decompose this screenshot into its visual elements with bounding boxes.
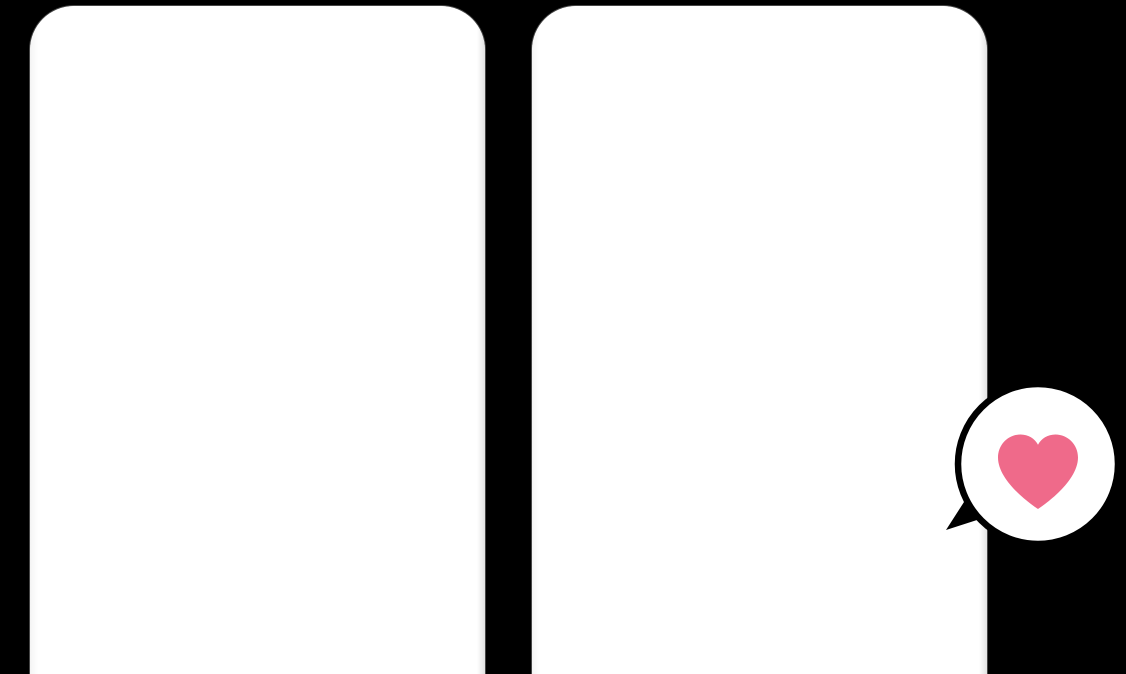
coupon-card[interactable]	[52, 374, 463, 509]
coupon-header-right: COUPON お得なクーポンはこちら クーポン一覧	[544, 18, 975, 212]
heart-outline-icon[interactable]	[419, 386, 449, 414]
coupon-list	[42, 204, 473, 674]
coupon-thumbnail	[564, 384, 672, 512]
favorite-coupon-list	[544, 348, 975, 524]
coupon-info	[176, 386, 453, 497]
tab-discount-label: 割引	[293, 170, 330, 190]
page-title: COUPON	[675, 43, 844, 93]
coupon-list-button[interactable]: クーポン一覧	[591, 149, 928, 206]
favorite-section: FAVORITE お気に入りクーポン	[544, 212, 975, 574]
tab-all-label: 全て	[77, 170, 114, 190]
page-title-wrap: COUPON	[544, 43, 975, 93]
phone-mockup-right: COUPON お得なクーポンはこちら クーポン一覧 FAVORITE お気に入り…	[532, 6, 987, 674]
favorite-title-wrap: FAVORITE	[544, 261, 975, 311]
screenshot-stage: COUPON クーポン 全て 無料 割引 体験 COUPON お得なクーポンはこ…	[0, 0, 1126, 674]
coupon-thumbnail	[62, 386, 170, 497]
phone-screen-right: COUPON お得なクーポンはこちら クーポン一覧 FAVORITE お気に入り…	[544, 18, 975, 674]
favorite-title: FAVORITE	[664, 261, 855, 311]
accordion-label: 参加時のご注意	[699, 643, 819, 660]
coupon-badge	[176, 537, 212, 551]
phone-mockup-left: COUPON クーポン 全て 無料 割引 体験	[30, 6, 485, 674]
coupon-badge	[176, 226, 222, 240]
coupon-thumbnail	[62, 533, 170, 661]
coupon-thumbnail	[62, 222, 170, 350]
coupon-info	[678, 384, 955, 512]
phone-screen-left: COUPON クーポン 全て 無料 割引 体験	[42, 18, 473, 674]
tab-all[interactable]: 全て	[42, 152, 150, 204]
tab-free-label: 無料	[185, 170, 222, 190]
page-subtitle: お得なクーポンはこちら	[674, 111, 845, 129]
heart-outline-icon[interactable]	[419, 533, 449, 561]
tab-free[interactable]: 無料	[149, 152, 258, 204]
coupon-card[interactable]	[52, 210, 463, 362]
tab-experience[interactable]: 体験	[365, 152, 473, 204]
heart-filled-icon[interactable]	[921, 384, 951, 412]
chevron-up-icon	[911, 641, 928, 658]
category-tabs: 全て 無料 割引 体験	[42, 152, 473, 204]
accordion-header[interactable]: 参加時のご注意	[573, 626, 946, 672]
tab-experience-label: 体験	[401, 170, 438, 190]
coupon-info	[176, 222, 453, 350]
heart-callout-bubble	[946, 378, 1124, 550]
favorite-subtitle: お気に入りクーポン	[689, 329, 830, 347]
page-title-wrap: COUPON	[42, 45, 473, 95]
page-subtitle: クーポン	[226, 113, 289, 131]
page-title: COUPON	[173, 45, 342, 95]
accordion-notice: 参加時のご注意	[573, 626, 946, 674]
heart-outline-icon[interactable]	[419, 222, 449, 250]
tab-discount[interactable]: 割引	[257, 152, 366, 204]
coupon-card[interactable]	[52, 521, 463, 671]
notice-section: 参加時のご注意	[544, 574, 975, 674]
coupon-card[interactable]	[554, 371, 965, 524]
coupon-header-left: COUPON クーポン	[42, 18, 473, 152]
coupon-badge	[176, 390, 222, 404]
coupon-badge	[678, 387, 724, 402]
coupon-info	[176, 533, 453, 659]
